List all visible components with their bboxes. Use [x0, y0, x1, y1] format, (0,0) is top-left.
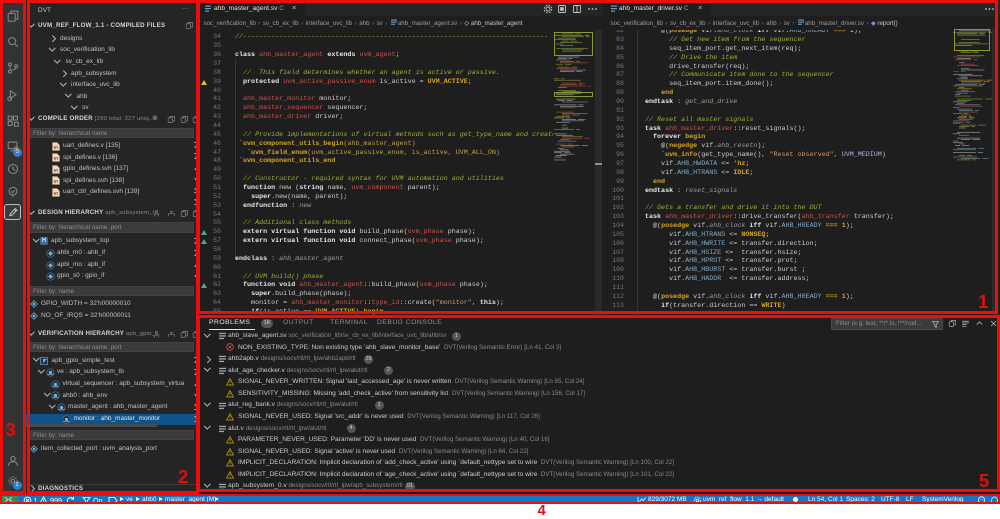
- svg-text:1: 1: [34, 496, 38, 505]
- svg-text:999: 999: [50, 496, 62, 505]
- svg-text:On: On: [93, 496, 103, 505]
